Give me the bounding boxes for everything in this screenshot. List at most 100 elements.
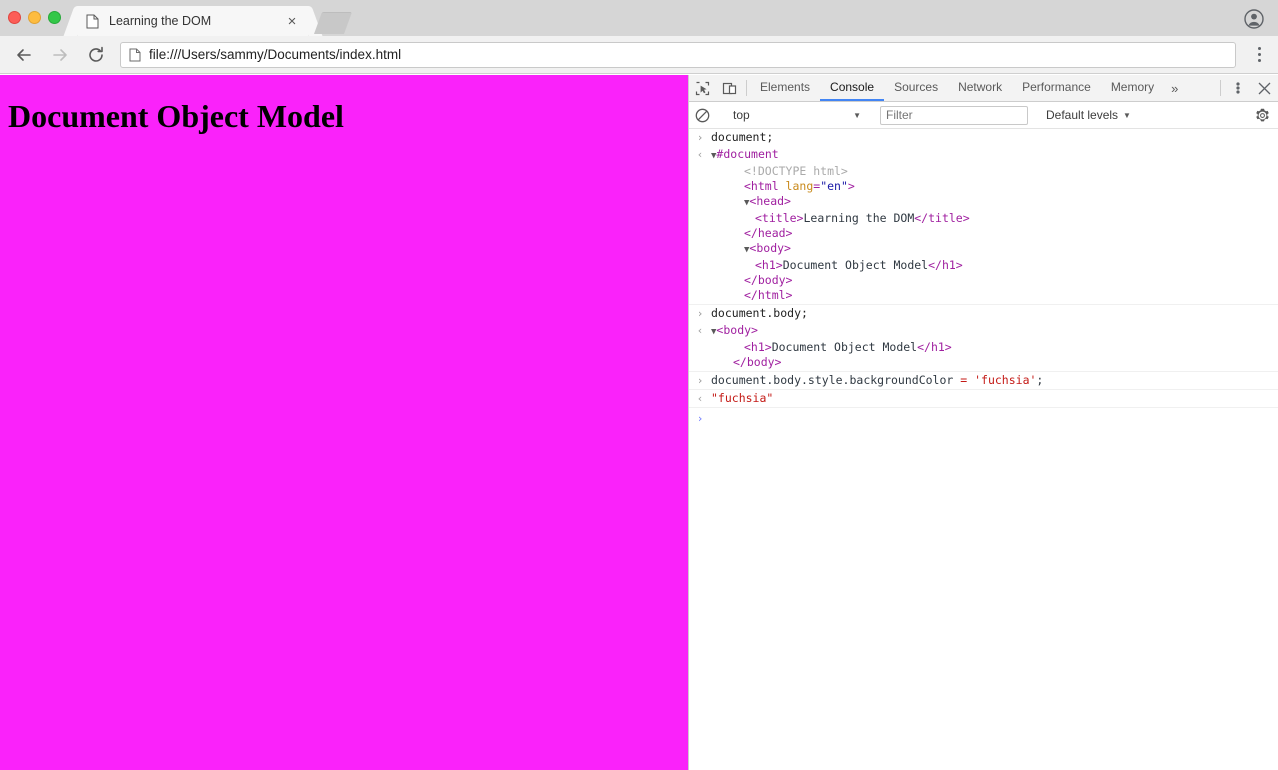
console-result-row: ‹ "fuchsia": [689, 390, 1278, 407]
tab-label: Performance: [1022, 80, 1091, 94]
tag-close-bracket: >: [847, 179, 855, 193]
devtools-tab-bar: Elements Console Sources Network Perform…: [689, 75, 1278, 102]
console-input-row[interactable]: › document.body;: [689, 305, 1278, 322]
output-marker: ‹: [696, 324, 704, 337]
tab-label: Elements: [760, 80, 811, 94]
filter-input[interactable]: [880, 105, 1028, 125]
assignment-operator: =: [960, 373, 975, 387]
console-input-row[interactable]: › document;: [689, 129, 1278, 146]
close-icon[interactable]: ×: [284, 13, 300, 29]
tab-label: Network: [958, 80, 1003, 94]
console-input-row[interactable]: › document.body.style.backgroundColor = …: [689, 372, 1278, 389]
head-close-tag: </head>: [744, 226, 793, 240]
prompt-marker: ›: [696, 412, 704, 425]
forward-icon[interactable]: [46, 41, 74, 69]
tag-open: <html: [744, 179, 786, 193]
tab-label: Console: [830, 80, 875, 94]
execution-context-select[interactable]: top ▼: [725, 106, 865, 125]
semicolon: ;: [1036, 373, 1044, 387]
page-viewport: Document Object Model: [0, 75, 688, 770]
title-line: <title>Learning the DOM</title>: [711, 211, 970, 225]
close-window-button[interactable]: [8, 11, 21, 24]
close-devtools-icon[interactable]: [1251, 75, 1278, 101]
window-traffic-lights: [0, 11, 61, 36]
back-icon[interactable]: [10, 41, 38, 69]
vertical-dots-icon[interactable]: [1224, 75, 1251, 101]
browser-tab[interactable]: Learning the DOM ×: [78, 6, 308, 36]
console-prompt-row[interactable]: ›: [689, 408, 1278, 429]
divider: [746, 80, 747, 96]
devtools-tabbar-actions: [1217, 75, 1278, 101]
maximize-window-button[interactable]: [48, 11, 61, 24]
attr-value: "en": [820, 179, 848, 193]
tab-memory[interactable]: Memory: [1101, 75, 1164, 101]
console-result-value: "fuchsia": [711, 391, 774, 405]
string-literal: 'fuchsia': [974, 373, 1037, 387]
device-toolbar-icon[interactable]: [716, 75, 743, 101]
console-input-text: document;: [711, 130, 774, 144]
body-open-tag: ▼<body>: [711, 241, 791, 255]
new-tab-button[interactable]: [313, 12, 353, 34]
browser-window: Learning the DOM × file:///Users/sammy/D…: [0, 0, 1278, 770]
tab-strip: Learning the DOM ×: [0, 0, 1278, 36]
console-output[interactable]: › document; ‹ ▼#document <!DOCTYPE html>…: [689, 129, 1278, 770]
console-output-tree[interactable]: ▼#document <!DOCTYPE html> <html lang="e…: [711, 147, 1278, 303]
tag-open: <title>: [755, 211, 804, 225]
console-group: › document.body.style.backgroundColor = …: [689, 372, 1278, 390]
log-levels-select[interactable]: Default levels ▼: [1046, 108, 1131, 122]
body-open-tag: <body>: [716, 323, 758, 337]
tab-elements[interactable]: Elements: [750, 75, 820, 101]
page-heading: Document Object Model: [8, 98, 344, 134]
tab-label: Sources: [894, 80, 939, 94]
tag-name: <body>: [749, 241, 791, 255]
tab-network[interactable]: Network: [948, 75, 1012, 101]
h1-line: <h1>Document Object Model</h1>: [711, 340, 952, 354]
tab-console[interactable]: Console: [820, 75, 885, 101]
console-group: ‹ "fuchsia": [689, 390, 1278, 408]
inspect-element-icon[interactable]: [689, 75, 716, 101]
execution-context-value: top: [733, 108, 750, 122]
text-node: Document Object Model: [782, 258, 929, 272]
html-close-tag: </html>: [744, 288, 793, 302]
attr-name: lang: [785, 179, 814, 193]
devtools-panel: Elements Console Sources Network Perform…: [688, 75, 1278, 770]
tag-close: </title>: [914, 211, 970, 225]
no-entry-icon[interactable]: [689, 108, 716, 123]
tag-open: <h1>: [744, 340, 772, 354]
body-close-tag: </body>: [733, 355, 782, 369]
input-marker: ›: [696, 374, 704, 387]
console-group: › document.body; ‹ ▼<body> <h1>Document …: [689, 305, 1278, 372]
document-icon: [86, 14, 99, 29]
console-group: › document; ‹ ▼#document <!DOCTYPE html>…: [689, 129, 1278, 305]
more-tabs-icon[interactable]: »: [1164, 75, 1185, 101]
node-name: #document: [716, 147, 779, 161]
expression-lhs: document.body.style.backgroundColor: [711, 373, 961, 387]
address-bar[interactable]: file:///Users/sammy/Documents/index.html: [120, 41, 1236, 68]
address-bar-url: file:///Users/sammy/Documents/index.html: [149, 47, 402, 62]
console-filter-bar: top ▼ Default levels ▼: [689, 102, 1278, 129]
output-marker: ‹: [696, 148, 704, 161]
h1-line: <h1>Document Object Model</h1>: [711, 258, 963, 272]
devtools-tabs: Elements Console Sources Network Perform…: [750, 75, 1217, 101]
head-open-tag: ▼<head>: [711, 194, 791, 208]
chevron-down-icon: ▼: [853, 110, 861, 120]
three-dots-icon[interactable]: [1246, 41, 1272, 69]
tab-performance[interactable]: Performance: [1012, 75, 1101, 101]
doctype-line: <!DOCTYPE html>: [744, 164, 848, 178]
tag-open: <h1>: [755, 258, 783, 272]
page-info-document-icon: [129, 48, 141, 62]
tag-close: </h1>: [917, 340, 952, 354]
tab-label: Memory: [1110, 80, 1155, 94]
minimize-window-button[interactable]: [28, 11, 41, 24]
navigation-toolbar: file:///Users/sammy/Documents/index.html: [0, 36, 1278, 74]
chevron-down-icon: ▼: [1123, 110, 1131, 120]
tab-title: Learning the DOM: [109, 14, 212, 28]
tab-sources[interactable]: Sources: [884, 75, 948, 101]
console-output-tree[interactable]: ▼<body> <h1>Document Object Model</h1> <…: [711, 323, 1278, 370]
html-open-tag: <html lang="en">: [711, 179, 855, 193]
gear-icon[interactable]: [1255, 108, 1270, 123]
reload-icon[interactable]: [82, 41, 110, 69]
console-input-text: document.body;: [711, 306, 808, 320]
account-circle-icon[interactable]: [1244, 9, 1264, 29]
divider: [1220, 80, 1221, 96]
